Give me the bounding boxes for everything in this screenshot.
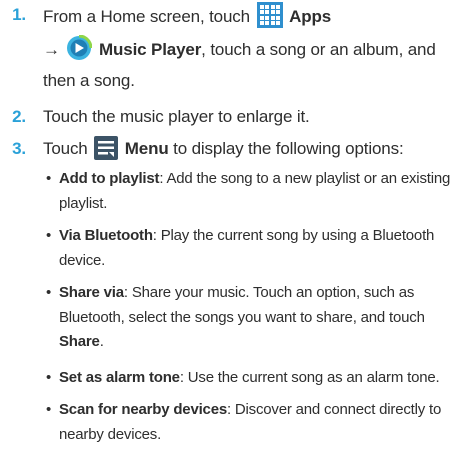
apps-label: Apps [289,7,332,26]
option-via-bluetooth: • Via Bluetooth: Play the current song b… [46,224,454,273]
option-desc-end: . [99,333,104,350]
step-2: 2. Touch the music player to enlarge it. [0,104,454,129]
step-1: 1. From a Home screen, touch Apps → Musi… [0,2,454,93]
option-term: Add to playlist [59,170,160,187]
arrow: → [43,40,60,59]
step-3: 3. Touch Menu to display the following o… [0,136,454,167]
bullet: • [46,401,52,418]
bullet: • [46,369,52,386]
option-term: Set as alarm tone [59,369,180,386]
option-set-as-alarm-tone: • Set as alarm tone: Use the current son… [46,366,454,391]
step-text: Touch [43,139,88,158]
option-share-via: • Share via: Share your music. Touch an … [46,281,454,355]
step-text: Touch the music player to enlarge it. [43,107,310,126]
option-term: Via Bluetooth [59,227,153,244]
step-text: to display the following options: [173,139,404,158]
bullet: • [46,284,52,301]
music-player-icon [66,34,93,68]
option-scan-nearby-devices: • Scan for nearby devices: Discover and … [46,398,454,447]
menu-icon [94,136,119,167]
step-text: From a Home screen, touch [43,7,250,26]
option-term: Scan for nearby devices [59,401,227,418]
apps-grid-icon [256,2,283,35]
menu-label: Menu [124,139,169,158]
step-number: 1. [12,5,26,24]
option-term-share: Share [59,333,100,350]
option-add-to-playlist: • Add to playlist: Add the song to a new… [46,167,454,216]
option-desc: : Use the current song as an alarm tone. [179,369,440,386]
manual-page: { "steps": [ { "number": "1.", "text_a":… [0,0,458,454]
bullet: • [46,227,52,244]
bullet: • [46,170,52,187]
step-number: 2. [12,107,26,126]
option-term: Share via [59,284,124,301]
step-number: 3. [12,139,26,158]
music-player-label: Music Player [99,40,202,59]
